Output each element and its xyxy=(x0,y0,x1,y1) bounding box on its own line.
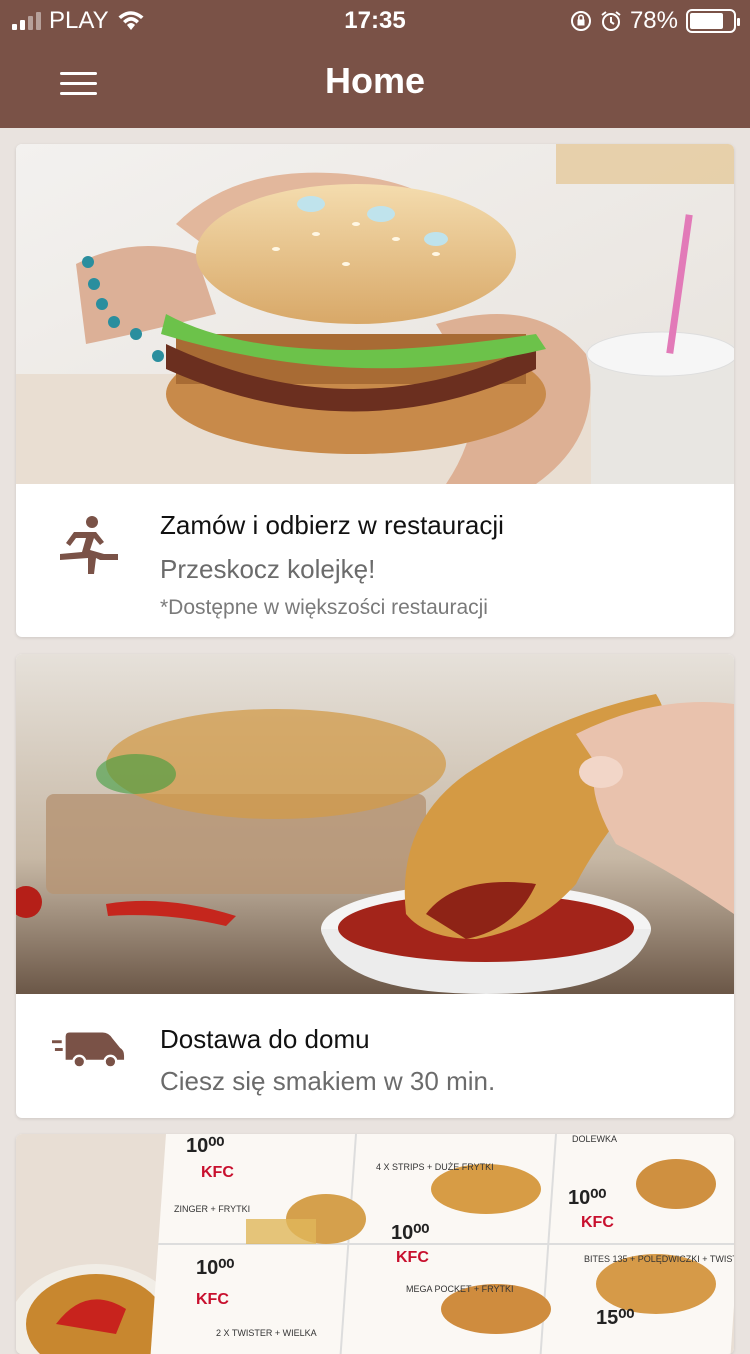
coupon-brand: KFC xyxy=(581,1214,614,1231)
coupon-caption: 4 X STRIPS + DUŻE FRYTKI xyxy=(376,1162,494,1172)
coupon-caption: MEGA POCKET + FRYTKI xyxy=(406,1284,513,1294)
card-note: *Dostępne w większości restauracji xyxy=(160,596,488,619)
coupon-price: 10⁰⁰ xyxy=(568,1187,606,1209)
chicken-strip-photo xyxy=(16,654,734,994)
battery-percent: 78% xyxy=(629,7,678,34)
card-body: Dostawa do domu Ciesz się smakiem w 30 m… xyxy=(16,994,734,1118)
home-delivery-card[interactable]: Dostawa do domu Ciesz się smakiem w 30 m… xyxy=(16,654,734,1118)
coupons-photo: 10⁰⁰ KFC 10⁰⁰ 10⁰⁰ KFC 10⁰⁰ KFC 15⁰⁰ KFC… xyxy=(16,1134,734,1354)
battery-icon xyxy=(686,9,740,33)
coupon-caption: BITES 135 + POLĘDWICZKI + TWISTER xyxy=(584,1254,734,1264)
coupon-price: 10⁰⁰ xyxy=(391,1222,429,1244)
coupon-caption: DOLEWKA xyxy=(572,1134,617,1144)
coupon-price: 10⁰⁰ xyxy=(186,1135,224,1157)
coupon-caption: 2 X TWISTER + WIELKA xyxy=(216,1328,317,1338)
rotation-lock-icon xyxy=(570,11,591,31)
coupons-card[interactable]: 10⁰⁰ KFC 10⁰⁰ 10⁰⁰ KFC 10⁰⁰ KFC 15⁰⁰ KFC… xyxy=(16,1134,734,1354)
coupon-brand: KFC xyxy=(201,1164,234,1181)
delivery-truck-icon xyxy=(52,1032,125,1069)
alarm-icon xyxy=(601,11,621,31)
coupon-brand: KFC xyxy=(196,1291,229,1308)
coupon-price: 10⁰⁰ xyxy=(196,1257,234,1279)
order-pickup-card[interactable]: Zamów i odbierz w restauracji Przeskocz … xyxy=(16,144,734,637)
card-subtitle: Przeskocz kolejkę! xyxy=(160,554,376,584)
status-bar: PLAY 17:35 78% xyxy=(0,0,750,40)
card-body: Zamów i odbierz w restauracji Przeskocz … xyxy=(16,484,734,637)
jumping-person-icon xyxy=(60,516,118,574)
card-title: Zamów i odbierz w restauracji xyxy=(160,510,504,540)
coupon-price: 15⁰⁰ xyxy=(596,1307,634,1329)
card-title: Dostawa do domu xyxy=(160,1024,370,1054)
coupon-brand: KFC xyxy=(396,1249,429,1266)
page-title: Home xyxy=(324,60,426,101)
burger-photo xyxy=(16,144,734,484)
card-subtitle: Ciesz się smakiem w 30 min. xyxy=(160,1066,496,1096)
coupon-caption: ZINGER + FRYTKI xyxy=(174,1204,250,1214)
top-bar: PLAY 17:35 78% Home xyxy=(0,0,750,128)
